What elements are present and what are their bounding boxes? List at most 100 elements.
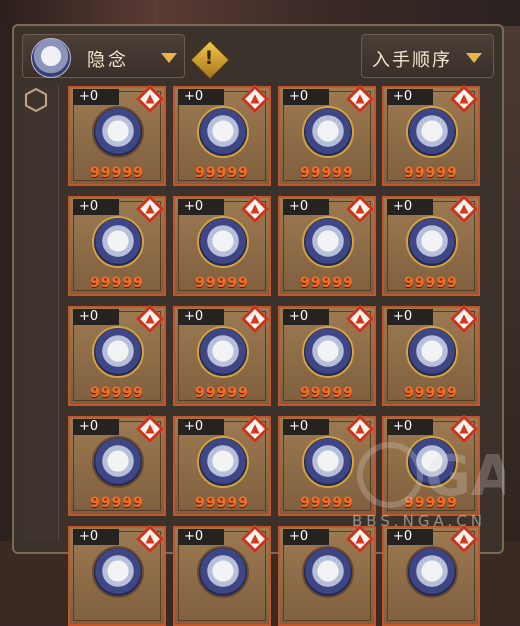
item-card[interactable]: +0 ▲ 99999 xyxy=(173,414,271,516)
mask-portrait-icon xyxy=(406,216,458,268)
watermark-text: BBS.NGA.CN xyxy=(352,512,486,530)
item-value: 99999 xyxy=(90,495,144,511)
lock-glyph: ▲ xyxy=(145,531,155,545)
enhance-level: +0 xyxy=(283,419,329,435)
item-card[interactable]: +0 ▲ xyxy=(382,524,480,626)
enhance-level: +0 xyxy=(73,309,119,325)
lock-glyph: ▲ xyxy=(459,311,469,325)
enhance-level: +0 xyxy=(283,89,329,105)
background-left xyxy=(0,26,12,541)
background-top xyxy=(0,0,520,26)
mask-portrait-icon xyxy=(302,106,354,158)
mask-portrait-icon xyxy=(197,436,249,488)
mask-portrait-icon xyxy=(197,106,249,158)
enhance-level: +0 xyxy=(387,199,433,215)
item-value: 99999 xyxy=(300,385,354,401)
mask-portrait-icon xyxy=(302,546,354,598)
sort-order-dropdown[interactable]: 入手顺序 xyxy=(361,34,494,78)
item-card[interactable]: +0 ▲ 99999 xyxy=(382,84,480,186)
lock-glyph: ▲ xyxy=(459,91,469,105)
item-card[interactable]: +0 ▲ xyxy=(173,524,271,626)
mask-portrait-icon xyxy=(92,216,144,268)
chevron-down-icon xyxy=(466,53,482,63)
enhance-level: +0 xyxy=(73,419,119,435)
enhance-level: +0 xyxy=(73,529,119,545)
item-value: 99999 xyxy=(195,165,249,181)
item-card[interactable]: +0 ▲ xyxy=(278,524,376,626)
item-card[interactable]: +0 ▲ 99999 xyxy=(173,84,271,186)
mask-portrait-icon xyxy=(92,436,144,488)
warning-mark: ! xyxy=(204,47,214,69)
item-value: 99999 xyxy=(90,385,144,401)
mask-portrait-icon xyxy=(302,326,354,378)
item-card[interactable]: +0 ▲ 99999 xyxy=(278,84,376,186)
item-card[interactable]: +0 ▲ 99999 xyxy=(173,304,271,406)
enhance-level: +0 xyxy=(178,309,224,325)
mask-portrait-icon xyxy=(197,216,249,268)
category-filter-label: 隐念 xyxy=(87,50,129,71)
lock-glyph: ▲ xyxy=(355,201,365,215)
mask-portrait-icon xyxy=(92,546,144,598)
lock-glyph: ▲ xyxy=(145,91,155,105)
lock-glyph: ▲ xyxy=(250,531,260,545)
item-card[interactable]: +0 ▲ 99999 xyxy=(278,194,376,296)
item-card[interactable]: +0 ▲ 99999 xyxy=(382,304,480,406)
mask-portrait-icon xyxy=(406,326,458,378)
item-value: 99999 xyxy=(195,385,249,401)
item-card[interactable]: +0 ▲ 99999 xyxy=(382,194,480,296)
enhance-level: +0 xyxy=(387,89,433,105)
item-value: 99999 xyxy=(404,165,458,181)
hexagon-icon[interactable] xyxy=(24,88,48,112)
mask-portrait-icon xyxy=(406,106,458,158)
item-value: 99999 xyxy=(404,275,458,291)
enhance-level: +0 xyxy=(73,199,119,215)
item-value: 99999 xyxy=(90,275,144,291)
mask-portrait-icon xyxy=(302,436,354,488)
enhance-level: +0 xyxy=(178,89,224,105)
lock-glyph: ▲ xyxy=(145,201,155,215)
item-value: 99999 xyxy=(300,165,354,181)
item-value: 99999 xyxy=(195,275,249,291)
lock-glyph: ▲ xyxy=(250,91,260,105)
enhance-level: +0 xyxy=(283,529,329,545)
sort-order-label: 入手顺序 xyxy=(372,50,452,71)
mask-portrait-icon xyxy=(406,546,458,598)
item-card[interactable]: +0 ▲ xyxy=(68,524,166,626)
enhance-level: +0 xyxy=(178,529,224,545)
mask-portrait-icon xyxy=(197,546,249,598)
lock-glyph: ▲ xyxy=(145,421,155,435)
lock-glyph: ▲ xyxy=(250,311,260,325)
panel-header: 隐念 ! 入手顺序 xyxy=(18,30,498,82)
item-card[interactable]: +0 ▲ 99999 xyxy=(278,304,376,406)
item-card[interactable]: +0 ▲ 99999 xyxy=(173,194,271,296)
lock-glyph: ▲ xyxy=(250,421,260,435)
item-value: 99999 xyxy=(90,165,144,181)
enhance-level: +0 xyxy=(178,419,224,435)
enhance-level: +0 xyxy=(283,309,329,325)
enhance-level: +0 xyxy=(387,309,433,325)
lock-glyph: ▲ xyxy=(459,201,469,215)
enhance-level: +0 xyxy=(73,89,119,105)
item-value: 99999 xyxy=(300,275,354,291)
item-card[interactable]: +0 ▲ 99999 xyxy=(68,304,166,406)
category-avatar-icon xyxy=(31,38,71,78)
lock-glyph: ▲ xyxy=(250,201,260,215)
mask-portrait-icon xyxy=(92,326,144,378)
item-card[interactable]: +0 ▲ 99999 xyxy=(68,414,166,516)
mask-portrait-icon xyxy=(302,216,354,268)
lock-glyph: ▲ xyxy=(145,311,155,325)
svg-text:GA: GA xyxy=(425,444,505,509)
item-card[interactable]: +0 ▲ 99999 xyxy=(68,84,166,186)
item-value: 99999 xyxy=(404,385,458,401)
item-card[interactable]: +0 ▲ 99999 xyxy=(68,194,166,296)
enhance-level: +0 xyxy=(283,199,329,215)
mask-portrait-icon xyxy=(197,326,249,378)
left-sidebar xyxy=(22,86,59,541)
enhance-level: +0 xyxy=(178,199,224,215)
item-value: 99999 xyxy=(195,495,249,511)
lock-glyph: ▲ xyxy=(355,91,365,105)
lock-glyph: ▲ xyxy=(355,311,365,325)
chevron-down-icon xyxy=(161,53,177,63)
mask-portrait-icon xyxy=(92,106,144,158)
category-filter-dropdown[interactable]: 隐念 xyxy=(22,34,185,78)
